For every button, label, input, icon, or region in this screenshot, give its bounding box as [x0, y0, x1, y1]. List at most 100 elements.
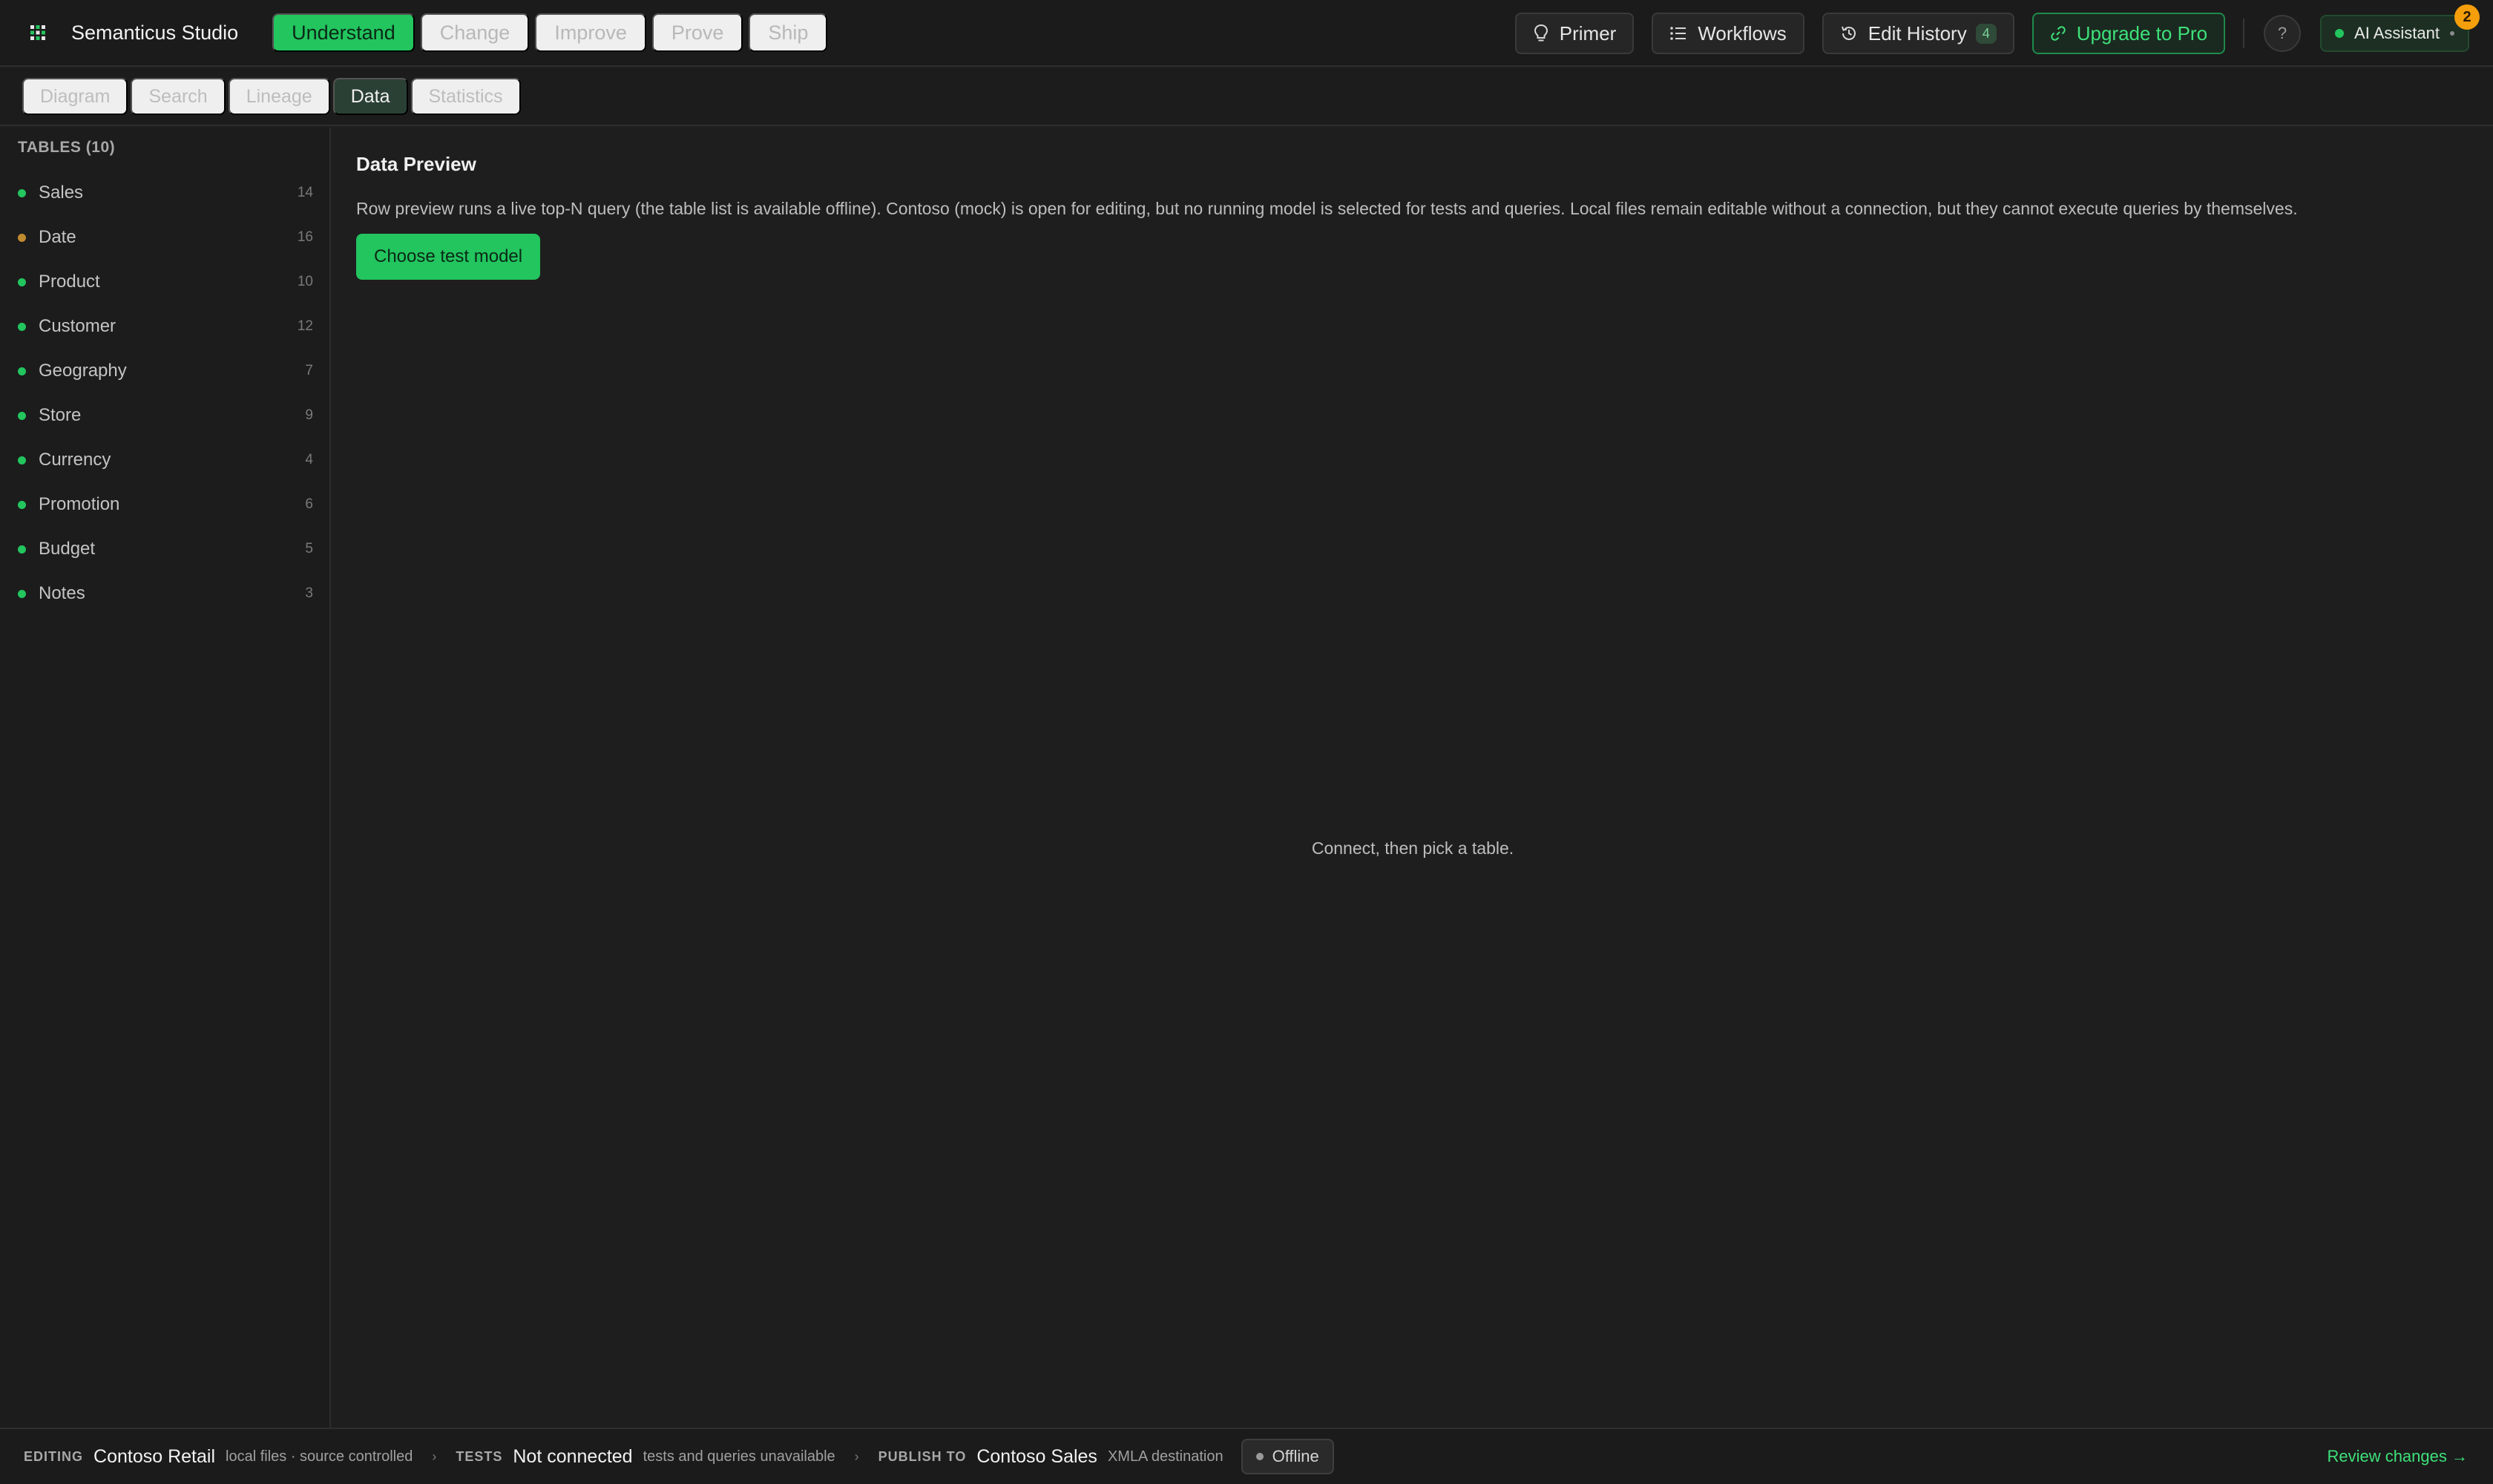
chevron-right-icon: › — [432, 1448, 437, 1464]
table-status-dot — [18, 545, 26, 554]
choose-test-model-button[interactable]: Choose test model — [356, 234, 541, 280]
table-status-dot — [18, 233, 26, 242]
table-item-geography[interactable]: Geography 7 — [0, 349, 329, 393]
editing-label: EDITING — [24, 1448, 84, 1464]
app-window: Semanticus Studio Understand Change Impr… — [0, 0, 2493, 1484]
edit-history-button[interactable]: Edit History 4 — [1822, 13, 2014, 54]
tab-data[interactable]: Data — [332, 78, 408, 115]
table-item-budget[interactable]: Budget 5 — [0, 527, 329, 571]
chevron-right-icon: › — [854, 1448, 859, 1464]
history-icon — [1841, 26, 1856, 40]
data-preview-panel: Data Preview Row preview runs a live top… — [332, 128, 2493, 1428]
top-bar: Semanticus Studio Understand Change Impr… — [0, 0, 2493, 67]
table-item-store[interactable]: Store 9 — [0, 393, 329, 438]
table-item-promotion[interactable]: Promotion 6 — [0, 482, 329, 527]
table-item-date[interactable]: Date 16 — [0, 215, 329, 260]
preview-description: Row preview runs a live top-N query (the… — [356, 199, 2298, 218]
table-item-sales[interactable]: Sales 14 — [0, 171, 329, 215]
table-column-count: 3 — [305, 585, 313, 601]
table-item-customer[interactable]: Customer 12 — [0, 304, 329, 349]
edit-history-count: 4 — [1975, 23, 1997, 44]
publish-detail: XMLA destination — [1107, 1448, 1223, 1465]
workflows-label: Workflows — [1698, 22, 1787, 45]
table-column-count: 10 — [297, 274, 313, 289]
table-status-dot — [18, 278, 26, 286]
table-status-dot — [18, 456, 26, 464]
toolbar: Primer Workflows Edit History 4 Upgrade … — [1497, 0, 2493, 67]
table-column-count: 5 — [305, 541, 313, 556]
page-title: Data Preview — [356, 153, 476, 175]
table-name: Sales — [39, 183, 84, 203]
lightbulb-icon — [1534, 24, 1548, 42]
table-status-dot — [18, 367, 26, 375]
link-icon — [2050, 26, 2066, 41]
table-item-product[interactable]: Product 10 — [0, 260, 329, 304]
offline-label: Offline — [1272, 1447, 1319, 1465]
tab-search[interactable]: Search — [131, 78, 226, 115]
nav-change[interactable]: Change — [420, 13, 530, 52]
brand[interactable]: Semanticus Studio — [27, 22, 238, 45]
review-changes-link[interactable]: Review changes → — [2327, 1447, 2468, 1466]
table-name: Promotion — [39, 494, 120, 514]
tests-label: TESTS — [456, 1448, 503, 1464]
tab-lineage[interactable]: Lineage — [228, 78, 330, 115]
ai-assistant-button[interactable]: AI Assistant 2 — [2320, 4, 2480, 52]
nav-ship[interactable]: Ship — [749, 13, 828, 52]
upgrade-button[interactable]: Upgrade to Pro — [2031, 13, 2226, 54]
table-name: Budget — [39, 539, 96, 559]
table-name: Notes — [39, 583, 85, 603]
ai-status-dot — [2335, 29, 2345, 38]
editing-detail: local files · source controlled — [226, 1448, 413, 1465]
edit-history-label: Edit History — [1868, 22, 1967, 45]
primer-label: Primer — [1559, 22, 1617, 45]
table-status-dot — [18, 322, 26, 331]
table-column-count: 14 — [297, 185, 313, 200]
table-name: Store — [39, 405, 82, 425]
editing-value[interactable]: Contoso Retail — [93, 1446, 215, 1468]
nav-prove[interactable]: Prove — [651, 13, 743, 52]
table-column-count: 4 — [305, 452, 313, 467]
primer-button[interactable]: Primer — [1514, 13, 1635, 54]
main-nav: Understand Change Improve Prove Ship — [272, 13, 833, 52]
ai-assistant-label: AI Assistant — [2354, 24, 2440, 42]
empty-state-message: Connect, then pick a table. — [1311, 838, 1514, 858]
publish-label: PUBLISH TO — [878, 1448, 967, 1464]
ai-notification-badge: 2 — [2454, 4, 2480, 30]
table-column-count: 6 — [305, 496, 313, 512]
tab-diagram[interactable]: Diagram — [22, 78, 128, 115]
toolbar-divider — [2243, 19, 2245, 48]
tables-sidebar: TABLES (10) Sales 14 Date 16 Product 10 … — [0, 128, 331, 1428]
table-column-count: 12 — [297, 318, 313, 334]
tab-statistics[interactable]: Statistics — [410, 78, 521, 115]
workflows-button[interactable]: Workflows — [1652, 13, 1804, 54]
status-bar: EDITING Contoso Retail local files · sou… — [0, 1428, 2493, 1484]
tests-value[interactable]: Not connected — [513, 1446, 632, 1468]
table-column-count: 7 — [305, 363, 313, 378]
table-status-dot — [18, 411, 26, 420]
tables-list: Sales 14 Date 16 Product 10 Customer 12 … — [0, 171, 329, 616]
tables-heading: TABLES (10) — [18, 139, 116, 156]
table-status-dot — [18, 589, 26, 598]
list-icon — [1670, 27, 1686, 40]
table-name: Geography — [39, 361, 127, 381]
help-button[interactable]: ? — [2264, 15, 2302, 52]
table-name: Customer — [39, 316, 116, 336]
table-item-currency[interactable]: Currency 4 — [0, 438, 329, 482]
ai-menu-dot-icon — [2450, 31, 2454, 36]
sub-tabs: Diagram Search Lineage Data Statistics — [0, 68, 2493, 126]
table-status-dot — [18, 500, 26, 509]
publish-value[interactable]: Contoso Sales — [976, 1446, 1097, 1468]
tests-detail: tests and queries unavailable — [643, 1448, 835, 1465]
offline-status-chip[interactable]: Offline — [1241, 1439, 1334, 1474]
table-name: Product — [39, 272, 100, 292]
nav-improve[interactable]: Improve — [535, 13, 646, 52]
app-title: Semanticus Studio — [71, 21, 239, 44]
offline-dot-icon — [1255, 1453, 1264, 1460]
grid-logo-icon — [27, 22, 49, 44]
nav-understand[interactable]: Understand — [272, 13, 415, 52]
table-status-dot — [18, 188, 26, 197]
table-item-notes[interactable]: Notes 3 — [0, 571, 329, 616]
table-column-count: 9 — [305, 407, 313, 423]
upgrade-label: Upgrade to Pro — [2076, 22, 2208, 45]
table-name: Currency — [39, 450, 111, 470]
